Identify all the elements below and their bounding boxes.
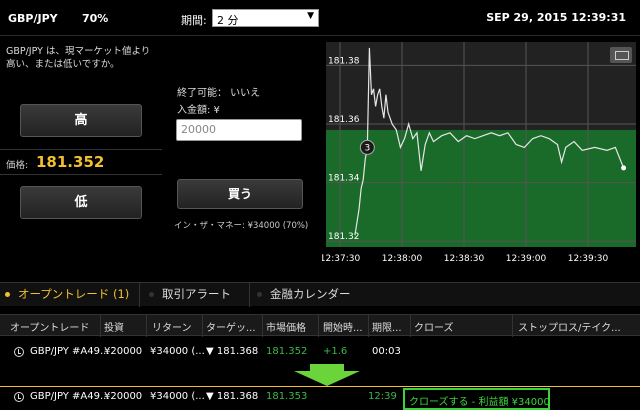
clock-icon — [14, 392, 24, 402]
price-chart: 181.38 181.36 181.34 181.32 12:37:30 12:38:00… — [322, 37, 640, 270]
chevron-down-icon: ▼ — [307, 11, 314, 21]
price-row: 価格: 181.352 — [0, 149, 162, 175]
trade-id: GBP/JPY #A49... — [30, 346, 110, 357]
investment: ¥20000 — [104, 346, 143, 357]
tab-calendar[interactable]: 金融カレンダー — [252, 283, 364, 307]
tab-label: 取引アラート — [162, 287, 231, 301]
dot-icon — [149, 292, 154, 297]
chart-svg: 181.38181.36181.34181.3212:37:30 12:38:00… — [322, 42, 636, 264]
market-price: 181.353 — [266, 391, 308, 402]
tab-label: 金融カレンダー — [270, 287, 351, 301]
divider — [100, 315, 101, 337]
trade-id: GBP/JPY #A49... — [30, 391, 110, 402]
target: ▼ 181.368 — [206, 391, 259, 402]
expand-icon[interactable] — [610, 47, 632, 63]
x-tick-label: 12:39:30 — [568, 254, 609, 264]
col-investment[interactable]: 投資 — [104, 319, 124, 334]
target: ▼ 181.368 — [206, 346, 259, 357]
col-market[interactable]: 市場価格 — [266, 319, 306, 334]
down-arrow-icon — [294, 364, 360, 386]
table-row[interactable]: GBP/JPY #A49... ¥20000 ¥34000 (... ▼ 181… — [0, 342, 640, 364]
return: ¥34000 (... — [150, 346, 205, 357]
tab-label: オープントレード (1) — [18, 287, 130, 301]
divider — [318, 315, 319, 337]
divider — [262, 315, 263, 337]
divider — [368, 315, 369, 337]
datetime: SEP 29, 2015 12:39:31 — [486, 11, 626, 24]
col-stoploss[interactable]: ストップロス/テイク... — [518, 319, 621, 334]
return: ¥34000 (... — [150, 391, 205, 402]
price-value: 181.352 — [36, 153, 105, 171]
top-bar: GBP/JPY 70% 期間: 2 分 ▼ SEP 29, 2015 12:39… — [0, 0, 640, 36]
divider — [410, 315, 411, 337]
x-tick-label: 12:38:30 — [444, 254, 485, 264]
direction-panel: GBP/JPY は、現マーケット値より高い、または低いですか。 高 価格: 18… — [0, 37, 162, 270]
investment: ¥20000 — [104, 391, 143, 402]
divider — [202, 315, 203, 337]
col-open-trade[interactable]: オープントレード — [10, 319, 89, 334]
time: 12:39 — [368, 391, 397, 402]
high-button[interactable]: 高 — [20, 104, 142, 137]
change: +1.6 — [323, 346, 348, 357]
y-tick-label: 181.36 — [328, 115, 360, 125]
buy-button[interactable]: 買う — [177, 179, 303, 209]
active-dot-icon — [5, 292, 10, 297]
low-button[interactable]: 低 — [20, 186, 142, 219]
col-return[interactable]: リターン — [152, 319, 192, 334]
divider — [146, 315, 147, 337]
close-possible-text: 終了可能： いいえ — [177, 88, 261, 99]
col-close[interactable]: クローズ — [414, 319, 454, 334]
price-label: 価格: — [6, 160, 29, 171]
tab-bar: オープントレード (1) 取引アラート 金融カレンダー — [0, 282, 640, 307]
x-tick-label: 12:37:30 — [322, 254, 360, 264]
order-panel: 終了可能： いいえ 入金額: ¥ 20000 買う イン・ザ・マネー: ¥340… — [168, 37, 316, 270]
payout-percent: 70% — [82, 12, 109, 25]
dot-icon — [257, 292, 262, 297]
in-the-money-text: イン・ザ・マネー: ¥34000 (70%) — [174, 221, 309, 231]
col-target[interactable]: ターゲッ... — [206, 319, 256, 334]
table-row[interactable]: GBP/JPY #A49... ¥20000 ¥34000 (... ▼ 181… — [0, 386, 640, 410]
current-price-point — [621, 165, 627, 171]
expiry: 00:03 — [372, 346, 401, 357]
above-strike-zone — [326, 42, 636, 130]
tab-trade-alerts[interactable]: 取引アラート — [144, 283, 250, 307]
amount-input[interactable]: 20000 — [176, 119, 302, 141]
col-start[interactable]: 開始時... — [323, 319, 363, 334]
question-text: GBP/JPY は、現マーケット値より高い、または低いですか。 — [6, 46, 151, 70]
table-header: オープントレード 投資 リターン ターゲッ... 市場価格 開始時... 期限.… — [0, 314, 640, 337]
x-tick-label: 12:39:00 — [506, 254, 547, 264]
amount-label: 入金額: ¥ — [177, 105, 220, 116]
y-tick-label: 181.34 — [328, 174, 360, 184]
currency-pair: GBP/JPY — [8, 12, 58, 25]
period-select[interactable]: 2 分 ▼ — [212, 9, 319, 27]
period-value: 2 分 — [217, 14, 239, 27]
period-label: 期間: — [181, 14, 207, 27]
clock-icon — [14, 347, 24, 357]
strike-marker-label: 3 — [364, 143, 370, 153]
tab-open-trades[interactable]: オープントレード (1) — [0, 283, 140, 307]
close-trade-button[interactable]: クローズする - 利益額 ¥34000 — [403, 388, 550, 410]
x-tick-label: 12:38:00 — [382, 254, 423, 264]
divider — [512, 315, 513, 337]
col-expiry[interactable]: 期限... — [372, 319, 402, 334]
y-tick-label: 181.38 — [328, 56, 360, 66]
market-price: 181.352 — [266, 346, 308, 357]
